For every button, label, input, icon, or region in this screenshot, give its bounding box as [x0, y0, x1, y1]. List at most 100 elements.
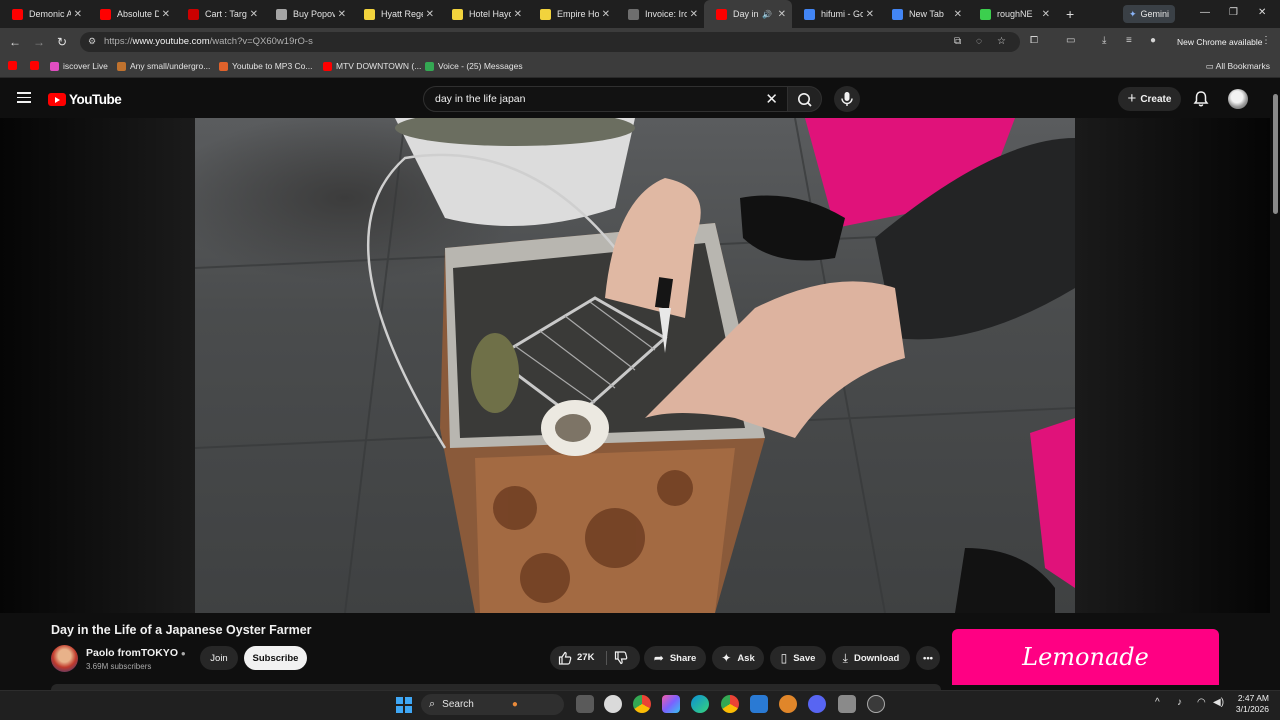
- save-button[interactable]: ▯ Save: [770, 646, 826, 670]
- forward-icon[interactable]: →: [33, 35, 45, 49]
- url-text[interactable]: https://www.youtube.com/watch?v=QX60w19r…: [104, 36, 313, 47]
- like-thumb-icon[interactable]: [558, 651, 572, 665]
- close-tab-icon[interactable]: ✕: [162, 9, 170, 20]
- new-tab-button[interactable]: +: [1066, 6, 1074, 22]
- discord-icon[interactable]: [808, 695, 826, 713]
- bookmark-item[interactable]: iscover Live: [50, 61, 108, 71]
- browser-tab[interactable]: Hotel Hayd ✕: [440, 0, 528, 28]
- restore-icon[interactable]: ❐: [1229, 7, 1238, 18]
- reading-list-icon[interactable]: ≡: [1126, 35, 1132, 46]
- browser-tab[interactable]: Hyatt Rege ✕: [352, 0, 440, 28]
- bookmark-item[interactable]: Any small/undergro...: [117, 61, 210, 71]
- address-bar[interactable]: ⚙ https://www.youtube.com/watch?v=QX60w1…: [80, 32, 1020, 52]
- edge-icon[interactable]: [691, 695, 709, 713]
- microphone-tray-icon[interactable]: ♪: [1177, 697, 1182, 708]
- clear-search-icon[interactable]: ✕: [765, 90, 778, 108]
- chrome-taskbar-icon[interactable]: [633, 695, 651, 713]
- channel-avatar[interactable]: [51, 645, 78, 672]
- chrome-active-icon[interactable]: [721, 695, 739, 713]
- account-avatar[interactable]: [1228, 89, 1248, 109]
- settings-gear-icon[interactable]: [867, 695, 885, 713]
- close-tab-icon[interactable]: ✕: [954, 9, 962, 20]
- join-button[interactable]: Join: [200, 646, 238, 670]
- menu-icon[interactable]: [17, 92, 31, 103]
- bookmark-item[interactable]: [30, 61, 43, 70]
- video-player[interactable]: [0, 118, 1270, 613]
- bookmark-item[interactable]: Voice - (25) Messages: [425, 61, 523, 71]
- voice-search-button[interactable]: [834, 86, 860, 112]
- lemonade-ad-banner[interactable]: Lemonade: [952, 629, 1219, 685]
- vscode-icon[interactable]: [750, 695, 768, 713]
- close-tab-icon[interactable]: ✕: [866, 9, 874, 20]
- wifi-icon[interactable]: ◠: [1197, 697, 1206, 708]
- clock-app-icon[interactable]: [604, 695, 622, 713]
- bookmark-item[interactable]: MTV DOWNTOWN (...: [323, 61, 421, 71]
- search-input[interactable]: day in the life japan ✕: [423, 86, 789, 112]
- chrome-menu-icon[interactable]: ⋮: [1261, 35, 1271, 46]
- dislike-thumb-icon[interactable]: [614, 651, 628, 665]
- close-tab-icon[interactable]: ✕: [250, 9, 258, 20]
- notifications-bell-icon[interactable]: [1193, 90, 1209, 108]
- bookmark-star-icon[interactable]: ☆: [997, 36, 1006, 47]
- like-count[interactable]: 27K: [577, 652, 594, 663]
- close-tab-icon[interactable]: ✕: [514, 9, 522, 20]
- browser-tab[interactable]: Demonic A ✕: [0, 0, 88, 28]
- create-button[interactable]: + Create: [1118, 87, 1181, 111]
- windows-start-icon[interactable]: [396, 697, 412, 713]
- scrollbar-thumb[interactable]: [1273, 94, 1278, 214]
- close-tab-icon[interactable]: ✕: [778, 9, 786, 20]
- page-scrollbar[interactable]: [1270, 80, 1280, 690]
- close-tab-icon[interactable]: ✕: [426, 9, 434, 20]
- profile-icon[interactable]: ●: [1150, 35, 1156, 46]
- share-button[interactable]: ➦ Share: [644, 646, 706, 670]
- close-window-icon[interactable]: ✕: [1258, 7, 1266, 18]
- bookmark-label: Youtube to MP3 Co...: [232, 61, 313, 71]
- browser-tab[interactable]: Buy Popov ✕: [264, 0, 352, 28]
- browser-tab[interactable]: Day in 🔊 ✕: [704, 0, 792, 28]
- browser-tab[interactable]: Empire Hot ✕: [528, 0, 616, 28]
- gemini-button[interactable]: ✦ Gemini: [1123, 5, 1175, 23]
- close-tab-icon[interactable]: ✕: [1042, 9, 1050, 20]
- all-bookmarks-button[interactable]: ▭ All Bookmarks: [1206, 61, 1270, 72]
- copilot-icon[interactable]: [662, 695, 680, 713]
- taskbar-search-box[interactable]: ⌕ Search ●: [421, 694, 564, 715]
- audio-playing-icon[interactable]: 🔊: [762, 10, 772, 19]
- show-hidden-icons-icon[interactable]: ^: [1155, 697, 1160, 708]
- bookmark-item[interactable]: Youtube to MP3 Co...: [219, 61, 313, 71]
- hide-eye-icon[interactable]: ◌: [976, 36, 982, 47]
- browser-tab[interactable]: roughNE ✕: [968, 0, 1056, 28]
- close-tab-icon[interactable]: ✕: [602, 9, 610, 20]
- browser-tab[interactable]: Invoice: Iro ✕: [616, 0, 704, 28]
- update-chrome-button[interactable]: New Chrome available: [1171, 33, 1269, 51]
- browser-tab[interactable]: hifumi - Go ✕: [792, 0, 880, 28]
- ask-button[interactable]: ✦ Ask: [712, 646, 764, 670]
- bookmark-item[interactable]: [8, 61, 21, 70]
- more-actions-button[interactable]: •••: [916, 646, 940, 670]
- download-icon[interactable]: ⤓: [1102, 35, 1106, 46]
- youtube-logo[interactable]: YouTube: [48, 92, 122, 107]
- brave-icon[interactable]: [779, 695, 797, 713]
- extensions-icon[interactable]: ⧠: [1030, 35, 1038, 46]
- close-tab-icon[interactable]: ✕: [690, 9, 698, 20]
- task-view-icon[interactable]: [576, 695, 594, 713]
- subscribe-button[interactable]: Subscribe: [244, 646, 307, 670]
- volume-icon[interactable]: ◀): [1213, 697, 1224, 708]
- search-button[interactable]: [787, 86, 822, 112]
- browser-tab[interactable]: Cart : Targe✕: [176, 0, 264, 28]
- install-app-icon[interactable]: ⧉: [954, 36, 961, 47]
- channel-name[interactable]: Paolo fromTOKYO ●: [86, 647, 186, 659]
- back-icon[interactable]: ←: [9, 35, 21, 49]
- minimize-icon[interactable]: —: [1200, 7, 1210, 18]
- browser-tab[interactable]: Absolute D ✕: [88, 0, 176, 28]
- tab-search-icon[interactable]: ▭: [1066, 35, 1075, 46]
- close-tab-icon[interactable]: ✕: [74, 9, 82, 20]
- reload-icon[interactable]: ↻: [57, 35, 67, 49]
- system-clock[interactable]: 2:47 AM 3/1/2026: [1233, 693, 1269, 715]
- download-button[interactable]: ⤓ Download: [832, 646, 910, 670]
- browser-tab[interactable]: New Tab ✕: [880, 0, 968, 28]
- video-frame[interactable]: [195, 118, 1075, 613]
- calculator-icon[interactable]: [838, 695, 856, 713]
- close-tab-icon[interactable]: ✕: [338, 9, 346, 20]
- site-info-icon[interactable]: ⚙: [88, 36, 96, 47]
- search-query[interactable]: day in the life japan: [435, 93, 525, 105]
